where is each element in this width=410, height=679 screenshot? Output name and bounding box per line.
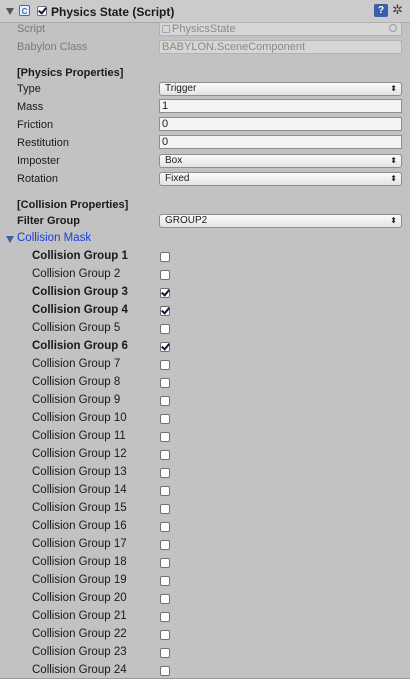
mass-field[interactable]: 1 [159,99,402,113]
imposter-dropdown[interactable]: Box ⬍ [159,154,402,168]
imposter-label: Imposter [17,155,60,167]
collision-group-checkbox[interactable] [160,558,170,568]
collision-group-checkbox[interactable] [160,288,170,298]
filter-group-dropdown[interactable]: GROUP2 ⬍ [159,214,402,228]
component-title: Physics State (Script) [51,5,175,19]
collision-group-label: Collision Group 16 [32,520,127,532]
collision-group-checkbox[interactable] [160,666,170,676]
collision-group-checkbox[interactable] [160,252,170,262]
collision-group-checkbox[interactable] [160,612,170,622]
collision-mask-foldout-icon[interactable] [6,236,14,243]
babylon-class-field: BABYLON.SceneComponent [159,40,402,54]
collision-group-label: Collision Group 14 [32,484,127,496]
help-icon[interactable]: ? [374,4,388,17]
updown-arrows-icon: ⬍ [390,174,397,183]
collision-group-checkbox[interactable] [160,270,170,280]
collision-group-checkbox[interactable] [160,450,170,460]
collision-group-label: Collision Group 10 [32,412,127,424]
component-header[interactable]: C Physics State (Script) ? ✲ [0,0,410,23]
gear-icon[interactable]: ✲ [392,3,403,17]
collision-group-label: Collision Group 23 [32,646,127,658]
collision-group-label: Collision Group 24 [32,664,127,676]
collision-group-checkbox[interactable] [160,342,170,352]
collision-mask-label[interactable]: Collision Mask [17,232,91,244]
filter-group-value: GROUP2 [165,215,208,226]
rotation-dropdown[interactable]: Fixed ⬍ [159,172,402,186]
filter-group-label: Filter Group [17,215,80,227]
collision-group-checkbox[interactable] [160,594,170,604]
collision-group-checkbox[interactable] [160,432,170,442]
collision-group-label: Collision Group 20 [32,592,127,604]
collision-group-label: Collision Group 17 [32,538,127,550]
collision-section-title: [Collision Properties] [17,199,129,211]
friction-field[interactable]: 0 [159,117,402,131]
collision-group-label: Collision Group 2 [32,268,121,280]
collision-group-label: Collision Group 21 [32,610,127,622]
collision-group-checkbox[interactable] [160,360,170,370]
updown-arrows-icon: ⬍ [390,156,397,165]
collision-group-checkbox[interactable] [160,522,170,532]
updown-arrows-icon: ⬍ [390,84,397,93]
collision-group-label: Collision Group 4 [32,304,128,316]
object-picker-icon[interactable] [389,24,397,32]
type-dropdown[interactable]: Trigger ⬍ [159,82,402,96]
restitution-field[interactable]: 0 [159,135,402,149]
collision-group-checkbox[interactable] [160,414,170,424]
collision-group-label: Collision Group 1 [32,250,128,262]
rotation-value: Fixed [165,173,190,184]
collision-group-checkbox[interactable] [160,486,170,496]
collision-group-label: Collision Group 3 [32,286,128,298]
collision-group-checkbox[interactable] [160,504,170,514]
collision-group-checkbox[interactable] [160,306,170,316]
component-enabled-checkbox[interactable] [37,6,47,16]
collision-group-checkbox[interactable] [160,648,170,658]
foldout-triangle-icon[interactable] [6,8,14,15]
collision-group-checkbox[interactable] [160,576,170,586]
type-value: Trigger [165,83,197,94]
mass-label: Mass [17,101,44,113]
script-label: Script [17,23,46,35]
type-label: Type [17,83,41,95]
collision-group-label: Collision Group 8 [32,376,121,388]
collision-group-label: Collision Group 5 [32,322,121,334]
collision-group-checkbox[interactable] [160,378,170,388]
collision-group-label: Collision Group 6 [32,340,128,352]
collision-group-label: Collision Group 19 [32,574,127,586]
collision-group-label: Collision Group 22 [32,628,127,640]
rotation-label: Rotation [17,173,58,185]
physics-section-title: [Physics Properties] [17,67,124,79]
babylon-class-label: Babylon Class [17,41,88,53]
updown-arrows-icon: ⬍ [390,216,397,225]
collision-group-checkbox[interactable] [160,540,170,550]
collision-group-checkbox[interactable] [160,396,170,406]
collision-group-label: Collision Group 11 [32,430,126,442]
collision-group-label: Collision Group 12 [32,448,127,460]
collision-group-label: Collision Group 13 [32,466,127,478]
collision-group-label: Collision Group 7 [32,358,121,370]
script-value: PhysicsState [172,23,236,35]
imposter-value: Box [165,155,183,166]
friction-label: Friction [17,119,54,131]
script-field[interactable]: PhysicsState [159,22,402,36]
collision-group-checkbox[interactable] [160,324,170,334]
collision-group-checkbox[interactable] [160,630,170,640]
restitution-label: Restitution [17,137,69,149]
script-small-icon [162,25,170,33]
collision-group-label: Collision Group 15 [32,502,127,514]
script-icon: C [19,5,30,16]
collision-group-checkbox[interactable] [160,468,170,478]
collision-group-label: Collision Group 9 [32,394,121,406]
inspector-panel: C Physics State (Script) ? ✲ Script Phys… [0,0,410,679]
collision-group-label: Collision Group 18 [32,556,127,568]
